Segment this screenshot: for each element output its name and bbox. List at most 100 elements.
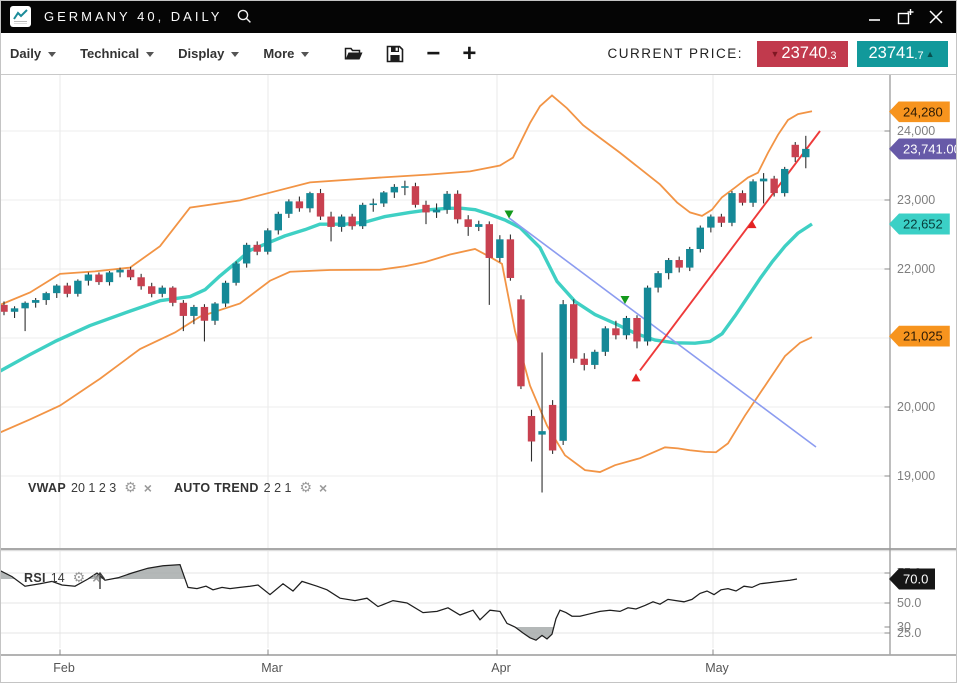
candle-body [538,431,545,434]
sell-signal-marker [505,210,514,218]
candle-body [348,217,355,227]
rsi-legend-name: RSI [24,571,46,585]
candle-body [739,193,746,203]
candle-body [127,270,134,278]
popout-icon[interactable] [894,6,916,28]
candle-body [612,328,619,335]
price-axis-label: 19,000 [897,469,935,483]
candle-body [443,194,450,210]
menu-display[interactable]: Display [178,46,239,61]
candle-body [190,307,197,316]
menu-technical-label: Technical [80,46,139,61]
down-tick-icon: ▼ [771,49,780,59]
bid-price-value: 23740 [781,44,827,63]
pane-divider [0,548,957,550]
chevron-down-icon [146,52,154,57]
chevron-down-icon [231,52,239,57]
bid-price-button[interactable]: ▼ 23740 .3 [757,41,848,67]
candle-body [644,288,651,342]
candle-body [401,186,408,188]
candle-body [728,193,735,223]
ask-price-button[interactable]: 23741 .7 ▲ [857,41,948,67]
candle-body [707,217,714,228]
plus-icon: + [462,44,476,64]
price-pane [0,95,820,492]
up-tick-icon: ▲ [926,49,935,59]
candle-body [802,149,809,157]
price-axis-label: 20,000 [897,400,935,414]
candle-body [338,217,345,227]
candle-body [169,288,176,303]
price-level-badge: 24,280 [889,101,950,122]
menu-more[interactable]: More [263,46,309,61]
candle-body [137,277,144,286]
candle-body [116,270,123,273]
price-level-badge: 22,652 [889,214,950,235]
candle-body [602,328,609,351]
page-title: GERMANY 40, DAILY [44,9,222,24]
vwap-remove-icon[interactable]: × [144,480,152,496]
candle-body [64,286,71,294]
candle-body [517,299,524,386]
candle-body [296,201,303,208]
candle-body [433,210,440,213]
candle-body [654,273,661,287]
candle-body [633,318,640,341]
candle-body [380,192,387,203]
menu-technical[interactable]: Technical [80,46,154,61]
auto-trend-settings-gear-icon[interactable]: ⚙ [299,479,312,496]
chevron-down-icon [301,52,309,57]
candle-body [306,193,313,208]
price-level-badge: 21,025 [889,326,950,347]
candle-body [749,181,756,202]
time-axis-label: Feb [53,661,75,675]
candle-body [317,193,324,216]
save-icon[interactable] [386,45,404,63]
candle-body [159,288,166,294]
candle-body [222,283,229,304]
bid-price-decimal: .3 [827,50,836,62]
ask-price-decimal: .7 [914,50,923,62]
candle-body [581,359,588,365]
candle-body [781,169,788,193]
candle-body [549,405,556,451]
lower-band-line [0,249,812,472]
candle-body [496,239,503,258]
menu-daily[interactable]: Daily [10,46,56,61]
zoom-out-button[interactable]: − [426,44,440,64]
candle-body [275,214,282,231]
uptrend-line [640,131,820,370]
search-icon[interactable] [236,8,253,25]
vwap-settings-gear-icon[interactable]: ⚙ [124,479,137,496]
auto-trend-remove-icon[interactable]: × [319,480,327,496]
candle-body [486,224,493,258]
buy-signal-marker [632,373,641,381]
zoom-in-button[interactable]: + [462,44,476,64]
open-folder-icon[interactable] [344,45,364,62]
candle-body [507,239,514,278]
rsi-axis-label: 25.0 [897,626,921,640]
time-axis-label: Apr [491,661,510,675]
candle-body [148,286,155,294]
candle-body [0,305,7,312]
candle-body [665,260,672,273]
candle-body [180,303,187,316]
current-price-label: CURRENT PRICE: [607,46,743,61]
rsi-remove-icon[interactable]: × [92,570,100,586]
candle-body [264,230,271,251]
chevron-down-icon [48,52,56,57]
rsi-legend-row: RSI 14 ⚙ × [24,569,100,586]
candle-body [243,245,250,264]
candle-body [43,293,50,300]
chart-canvas[interactable] [0,0,957,683]
candle-body [106,272,113,282]
vwap-legend-name: VWAP [28,481,66,495]
rsi-line [0,565,797,641]
candle-body [21,303,28,309]
minimize-icon[interactable] [863,6,885,28]
close-icon[interactable] [925,6,947,28]
rsi-settings-gear-icon[interactable]: ⚙ [73,569,86,586]
ask-price-value: 23741 [869,44,915,63]
candle-body [676,260,683,268]
vwap-line [0,208,812,371]
